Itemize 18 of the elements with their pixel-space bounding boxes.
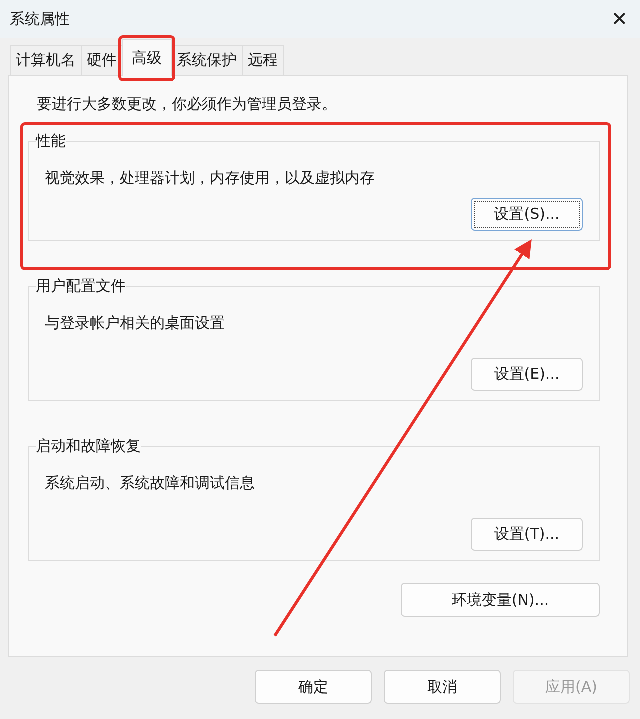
tab[interactable]: 远程 [242,45,284,75]
tab[interactable]: 计算机名 [10,45,82,75]
admin-notice: 要进行大多数更改，你必须作为管理员登录。 [37,95,338,114]
group-description: 与登录帐户相关的桌面设置 [45,314,226,333]
environment-variables-button[interactable]: 环境变量(N)... [401,583,600,617]
group-title: 启动和故障恢复 [36,437,141,456]
close-button[interactable]: ✕ [611,7,628,31]
group-title: 性能 [36,132,66,151]
group-title: 用户配置文件 [36,277,126,296]
tab[interactable]: 高级 [122,39,172,76]
group-description: 视觉效果，处理器计划，内存使用，以及虚拟内存 [45,169,376,188]
settings-button[interactable]: 设置(T)... [471,518,583,551]
window-title: 系统属性 [10,10,70,28]
dialog-button[interactable]: 取消 [384,670,501,704]
group-description: 系统启动、系统故障和调试信息 [45,474,256,493]
settings-button[interactable]: 设置(S)... [471,198,583,231]
settings-button[interactable]: 设置(E)... [471,358,583,391]
dialog-button[interactable]: 确定 [255,670,372,704]
